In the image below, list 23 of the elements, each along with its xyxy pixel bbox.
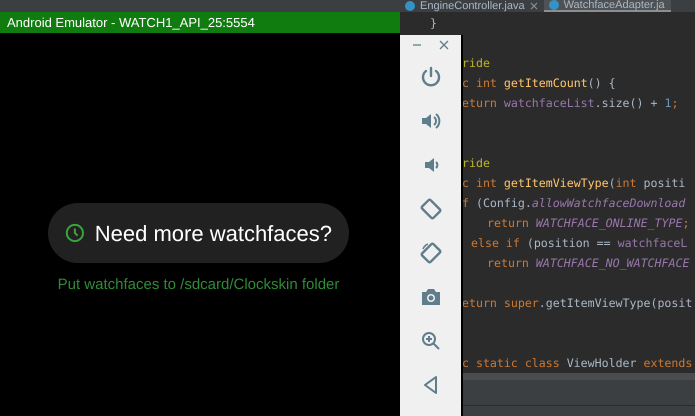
code-line: else if (position == watchfaceL: [471, 236, 688, 250]
window-title: Android Emulator - WATCH1_API_25:5554: [0, 12, 400, 33]
editor-tab[interactable]: WatchfaceAdapter.ja: [544, 0, 671, 12]
code-line: c static class ViewHolder extends: [462, 356, 692, 370]
close-icon[interactable]: [530, 2, 538, 10]
rotate-left-icon[interactable]: [418, 197, 442, 221]
close-icon[interactable]: [438, 40, 449, 50]
hint-text: Put watchfaces to /sdcard/Clockskin folder: [58, 275, 340, 295]
code-line: return WATCHFACE_ONLINE_TYPE;: [487, 216, 690, 230]
class-file-icon: [405, 1, 415, 11]
code-line: eturn super.getItemViewType(posit: [462, 296, 692, 310]
code-line: }: [430, 16, 437, 30]
code-line: ride: [462, 156, 490, 170]
code-line: return WATCHFACE_NO_WATCHFACE: [487, 256, 690, 270]
code-line: c int getItemCount() {: [462, 76, 616, 90]
clock-icon: [65, 222, 85, 244]
code-line: eturn watchfaceList.size() + 1;: [462, 96, 678, 110]
class-file-icon: [548, 0, 559, 10]
code-line: ride: [462, 56, 490, 70]
code-line: f (Config.allowWatchfaceDownload: [462, 196, 686, 210]
rotate-right-icon[interactable]: [418, 241, 442, 265]
code-line: c int getItemViewType(int positi: [462, 176, 686, 190]
prompt-button[interactable]: Need more watchfaces?: [48, 203, 349, 263]
